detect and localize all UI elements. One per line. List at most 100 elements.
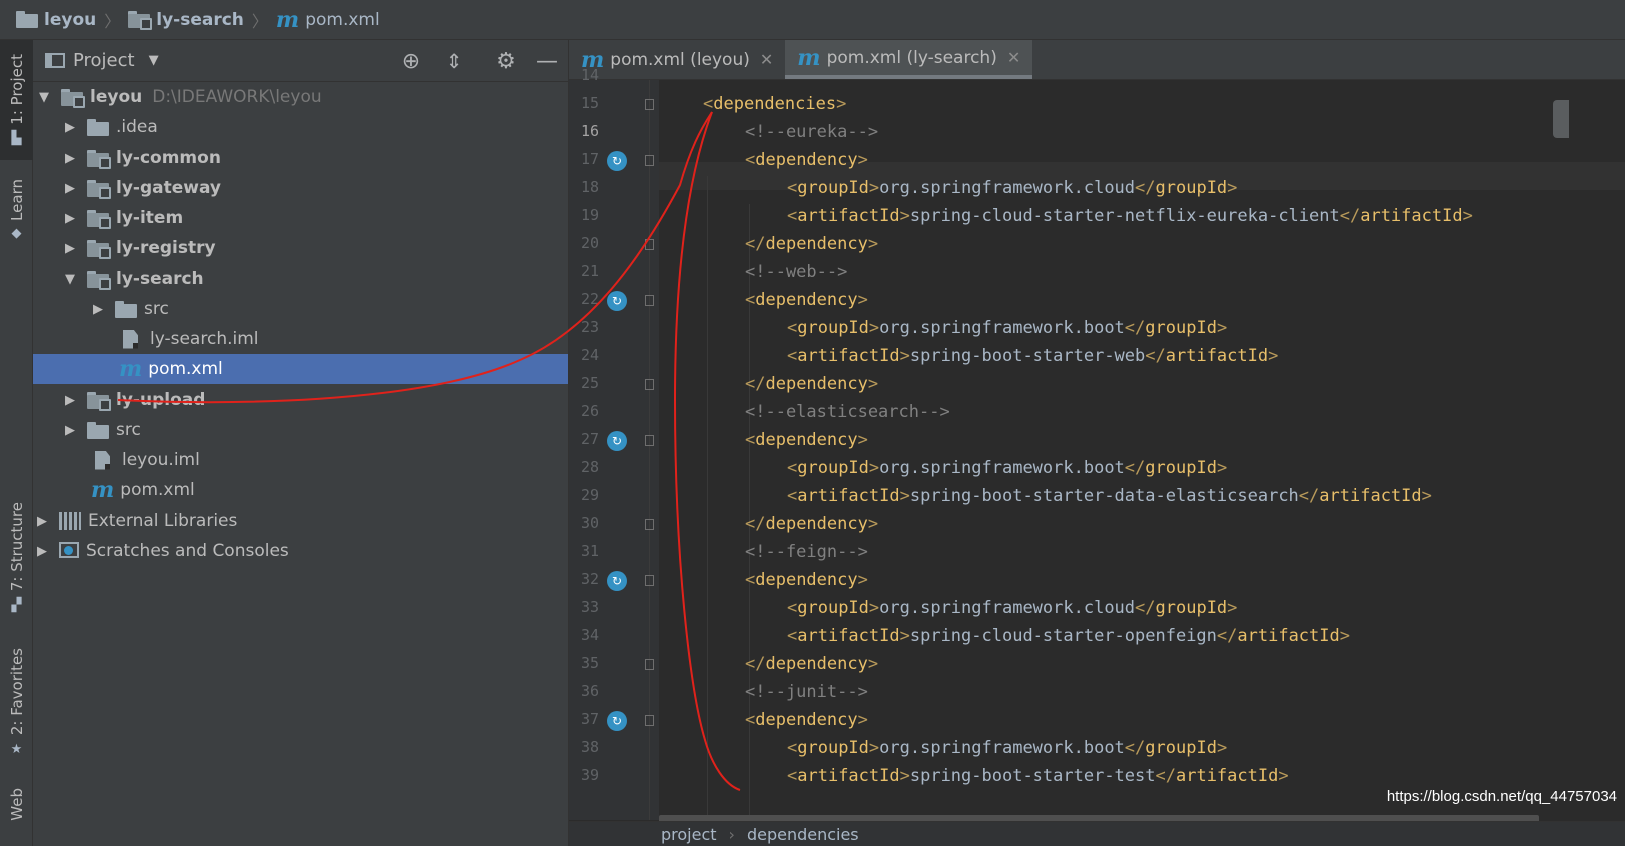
code-line: <groupId>org.springframework.cloud</grou… (787, 178, 1238, 198)
line-number[interactable]: 36 (569, 682, 599, 700)
locate-target-icon[interactable]: ⊕ (398, 49, 424, 74)
line-number[interactable]: 22 (569, 290, 599, 308)
tool-tab-learn[interactable]: Learn ◆ (0, 170, 33, 250)
code-editor[interactable]: <dependencies> <!--eureka--> <dependency> <… (659, 80, 1625, 820)
collapse-arrow-icon[interactable]: ▶ (35, 514, 49, 529)
xml-breadcrumb-dependencies[interactable]: dependencies (747, 825, 859, 844)
tree-row-ly-search[interactable]: ▼ ly-search (33, 264, 598, 294)
line-number[interactable]: 21 (569, 262, 599, 280)
close-icon[interactable]: ✕ (760, 50, 773, 69)
project-icon: ▙ (11, 130, 22, 146)
maven-dependency-gutter-icon[interactable]: ↻ (607, 431, 627, 451)
collapse-all-icon[interactable]: ⇕ (441, 49, 467, 73)
xml-breadcrumb-project[interactable]: project (661, 825, 717, 844)
collapse-arrow-icon[interactable]: ▶ (63, 120, 77, 135)
line-number[interactable]: 24 (569, 346, 599, 364)
tool-tab-project[interactable]: 1: Project ▙ (0, 40, 33, 160)
tab-pom-ly-search[interactable]: m pom.xml (ly-search) ✕ (785, 40, 1033, 79)
tree-row-ly-item[interactable]: ▶ ly-item (33, 203, 598, 233)
fold-close-icon[interactable] (645, 519, 654, 530)
tool-tab-structure[interactable]: 7: Structure ▞ (0, 495, 33, 620)
tool-tab-web[interactable]: Web (0, 788, 33, 846)
code-line: <groupId>org.springframework.boot</group… (787, 458, 1228, 478)
line-number[interactable]: 28 (569, 458, 599, 476)
line-number[interactable]: 31 (569, 542, 599, 560)
code-line: </dependency> (745, 514, 879, 534)
fold-close-icon[interactable] (645, 379, 654, 390)
line-number[interactable]: 18 (569, 178, 599, 196)
line-number[interactable]: 34 (569, 626, 599, 644)
project-view-selector[interactable]: Project (73, 50, 135, 71)
fold-open-icon[interactable] (645, 575, 654, 586)
tree-row-ly-search-iml[interactable]: ly-search.iml (33, 324, 640, 354)
tab-pom-leyou[interactable]: m pom.xml (leyou) ✕ (569, 40, 785, 79)
gear-icon[interactable]: ⚙ (493, 49, 519, 74)
tree-row-pom[interactable]: m pom.xml (33, 475, 612, 505)
fold-open-icon[interactable] (645, 715, 654, 726)
maven-dependency-gutter-icon[interactable]: ↻ (607, 571, 627, 591)
line-number[interactable]: 15 (569, 94, 599, 112)
tree-row-ly-search-src[interactable]: ▶ src (33, 294, 626, 324)
fold-open-icon[interactable] (645, 99, 654, 110)
tree-row-src[interactable]: ▶ src (33, 415, 598, 445)
inspection-widget[interactable] (1553, 100, 1569, 138)
chevron-right-icon: 〉 (251, 11, 268, 31)
collapse-arrow-icon[interactable]: ▶ (63, 241, 77, 256)
line-number[interactable]: 23 (569, 318, 599, 336)
collapse-arrow-icon[interactable]: ▶ (35, 544, 49, 559)
collapse-arrow-icon[interactable]: ▶ (91, 302, 105, 317)
line-number[interactable]: 19 (569, 206, 599, 224)
folder-icon (87, 421, 109, 439)
collapse-arrow-icon[interactable]: ▶ (63, 423, 77, 438)
line-number[interactable]: 16 (569, 122, 599, 140)
line-number[interactable]: 27 (569, 430, 599, 448)
fold-open-icon[interactable] (645, 295, 654, 306)
line-number[interactable]: 30 (569, 514, 599, 532)
line-number[interactable]: 25 (569, 374, 599, 392)
line-number[interactable]: 26 (569, 402, 599, 420)
fold-close-icon[interactable] (645, 239, 654, 250)
tree-row-ly-gateway[interactable]: ▶ ly-gateway (33, 173, 598, 203)
line-number[interactable]: 38 (569, 738, 599, 756)
breadcrumb-item-ly-search[interactable]: ly-search (128, 10, 244, 30)
expand-arrow-icon[interactable]: ▼ (37, 90, 51, 105)
hide-panel-icon[interactable]: — (534, 49, 560, 74)
breadcrumb-item-leyou[interactable]: leyou (16, 10, 96, 30)
maven-dependency-gutter-icon[interactable]: ↻ (607, 711, 627, 731)
collapse-arrow-icon[interactable]: ▶ (63, 211, 77, 226)
tree-row-ly-common[interactable]: ▶ ly-common (33, 143, 598, 173)
line-number[interactable]: 14 (569, 66, 599, 84)
tree-row-external-libraries[interactable]: ▶ External Libraries (33, 506, 570, 536)
line-number[interactable]: 35 (569, 654, 599, 672)
fold-open-icon[interactable] (645, 435, 654, 446)
breadcrumb-item-pom[interactable]: m pom.xml (276, 9, 380, 31)
line-number[interactable]: 33 (569, 598, 599, 616)
navigation-breadcrumb: leyou 〉 ly-search 〉 m pom.xml (0, 0, 1625, 40)
collapse-arrow-icon[interactable]: ▶ (63, 181, 77, 196)
maven-dependency-gutter-icon[interactable]: ↻ (607, 151, 627, 171)
tree-row-idea[interactable]: ▶ .idea (33, 112, 598, 142)
code-line: <!--web--> (745, 262, 848, 282)
tree-row-scratches[interactable]: ▶ Scratches and Consoles (33, 536, 570, 566)
maven-dependency-gutter-icon[interactable]: ↻ (607, 291, 627, 311)
fold-open-icon[interactable] (645, 155, 654, 166)
chevron-down-icon[interactable]: ▼ (149, 53, 159, 68)
line-number[interactable]: 20 (569, 234, 599, 252)
collapse-arrow-icon[interactable]: ▶ (63, 151, 77, 166)
editor-gutter: 14 15 16 17 ↻ 18 19 20 21 22 ↻ 23 24 25 26 27 ↻ 28 29 30 31 3… (569, 66, 659, 820)
line-number[interactable]: 32 (569, 570, 599, 588)
tree-row-ly-search-pom[interactable]: m pom.xml (33, 354, 640, 384)
close-icon[interactable]: ✕ (1007, 48, 1020, 67)
line-number[interactable]: 17 (569, 150, 599, 168)
tool-tab-favorites[interactable]: 2: Favorites ★ (0, 640, 33, 765)
tree-row-ly-registry[interactable]: ▶ ly-registry (33, 233, 598, 263)
expand-arrow-icon[interactable]: ▼ (63, 272, 77, 287)
tree-row-leyou[interactable]: ▼ leyou D:\IDEAWORK\leyou (33, 82, 572, 112)
tree-row-ly-upload[interactable]: ▶ ly-upload (33, 385, 598, 415)
line-number[interactable]: 39 (569, 766, 599, 784)
tree-row-leyou-iml[interactable]: leyou.iml (33, 445, 612, 475)
fold-close-icon[interactable] (645, 659, 654, 670)
line-number[interactable]: 29 (569, 486, 599, 504)
line-number[interactable]: 37 (569, 710, 599, 728)
collapse-arrow-icon[interactable]: ▶ (63, 393, 77, 408)
